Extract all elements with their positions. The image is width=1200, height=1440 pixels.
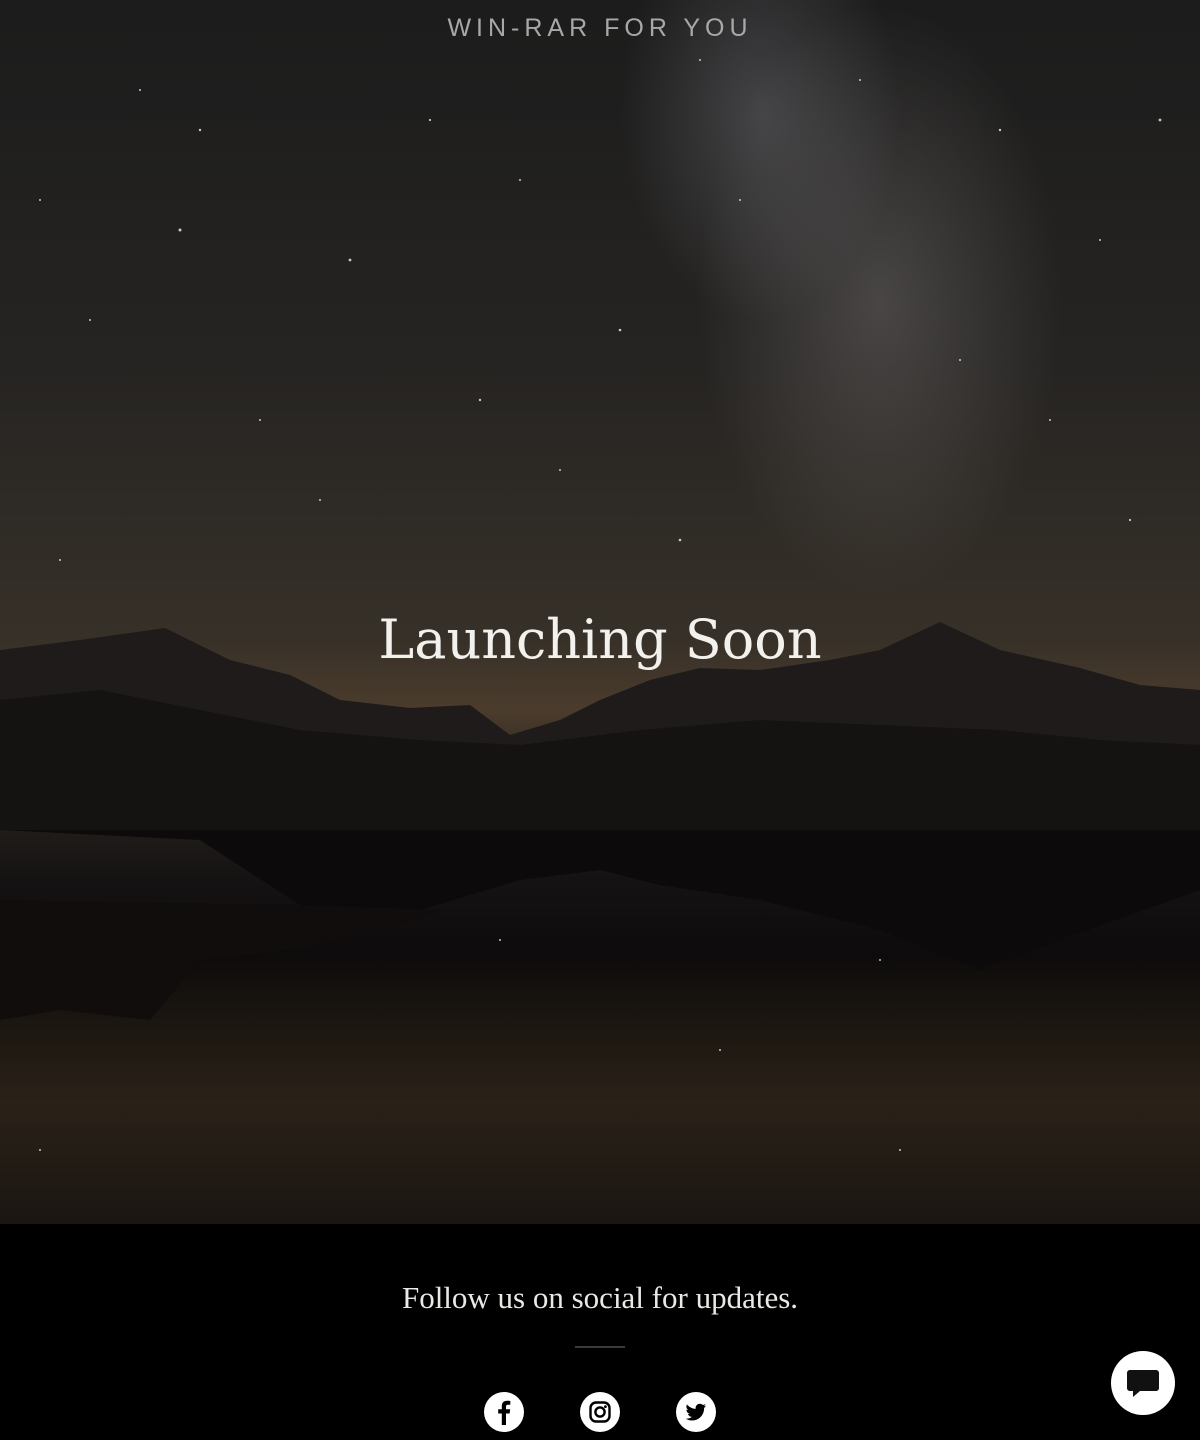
chat-button[interactable] [1111, 1351, 1175, 1415]
facebook-icon[interactable] [484, 1392, 524, 1432]
hero-section: WIN-RAR FOR YOU Launching Soon [0, 0, 1200, 1224]
follow-social-text: Follow us on social for updates. [401, 1280, 799, 1315]
site-title: WIN-RAR FOR YOU [447, 14, 753, 42]
chat-bubble-icon [1127, 1370, 1159, 1397]
twitter-icon[interactable] [676, 1392, 716, 1432]
footer: Follow us on social for updates. [0, 1224, 1200, 1440]
divider [575, 1346, 625, 1348]
launching-soon-heading: Launching Soon [378, 608, 822, 671]
instagram-icon[interactable] [580, 1392, 620, 1432]
